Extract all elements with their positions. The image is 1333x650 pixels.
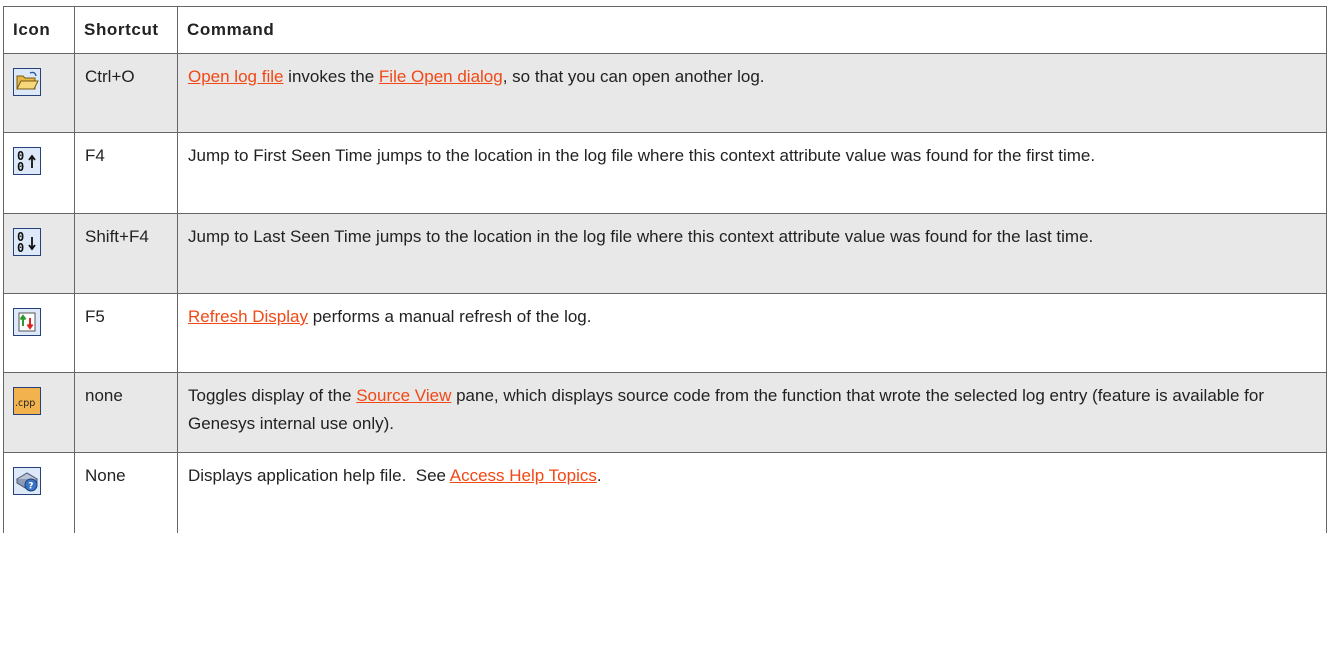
svg-text:0: 0 [17, 241, 24, 255]
command-text: Jump to First Seen Time jumps to the loc… [188, 146, 1096, 165]
command-cell: Toggles display of the Source View pane,… [177, 372, 1327, 453]
icon-cell [3, 293, 75, 373]
table-row: .cpp none Toggles display of the Source … [3, 372, 1327, 453]
access-help-topics-link[interactable]: Access Help Topics [450, 466, 597, 485]
header-icon: Icon [3, 6, 75, 54]
shortcut-cell: F5 [74, 293, 178, 373]
table-row: 0 0 F4 Jump to First Seen Time jumps to … [3, 132, 1327, 214]
refresh-icon[interactable] [13, 308, 41, 336]
command-text: Displays application help file. See [188, 466, 450, 485]
command-text: , so that you can open another log. [502, 67, 765, 86]
table-header-row: Icon Shortcut Command [3, 6, 1327, 54]
file-open-dialog-link[interactable]: File Open dialog [379, 67, 503, 86]
shortcut-cell: None [74, 452, 178, 533]
command-cell: Jump to Last Seen Time jumps to the loca… [177, 213, 1327, 294]
table-row: F5 Refresh Display performs a manual ref… [3, 293, 1327, 373]
refresh-display-link[interactable]: Refresh Display [188, 307, 308, 326]
shortcut-cell: none [74, 372, 178, 453]
cpp-source-icon[interactable]: .cpp [13, 387, 41, 415]
table-row: ? None Displays application help file. S… [3, 452, 1327, 533]
table-row: Ctrl+O Open log file invokes the File Op… [3, 53, 1327, 133]
command-text: . [596, 466, 602, 485]
command-text: Toggles display of the [188, 386, 357, 405]
command-text: performs a manual refresh of the log. [308, 307, 592, 326]
source-view-link[interactable]: Source View [356, 386, 451, 405]
header-command: Command [177, 6, 1327, 54]
jump-last-seen-icon[interactable]: 0 0 [13, 228, 41, 256]
shortcut-command-table: Icon Shortcut Command Ctrl+O Open log fi… [3, 6, 1327, 533]
command-cell: Refresh Display performs a manual refres… [177, 293, 1327, 373]
shortcut-cell: Ctrl+O [74, 53, 178, 133]
command-cell: Open log file invokes the File Open dial… [177, 53, 1327, 133]
svg-text:.cpp: .cpp [15, 398, 35, 409]
icon-cell [3, 53, 75, 133]
help-book-icon[interactable]: ? [13, 467, 41, 495]
icon-cell: 0 0 [3, 213, 75, 294]
jump-first-seen-icon[interactable]: 0 0 [13, 147, 41, 175]
icon-cell: 0 0 [3, 132, 75, 214]
shortcut-cell: F4 [74, 132, 178, 214]
header-shortcut: Shortcut [74, 6, 178, 54]
table-row: 0 0 Shift+F4 Jump to Last Seen Time jump… [3, 213, 1327, 294]
icon-cell: .cpp [3, 372, 75, 453]
command-text: Jump to Last Seen Time jumps to the loca… [188, 227, 1094, 246]
svg-text:0: 0 [17, 160, 24, 174]
open-log-file-link[interactable]: Open log file [188, 67, 283, 86]
svg-text:?: ? [28, 482, 33, 492]
icon-cell: ? [3, 452, 75, 533]
shortcut-cell: Shift+F4 [74, 213, 178, 294]
command-text: invokes the [283, 67, 379, 86]
command-cell: Displays application help file. See Acce… [177, 452, 1327, 533]
open-folder-icon[interactable] [13, 68, 41, 96]
command-cell: Jump to First Seen Time jumps to the loc… [177, 132, 1327, 214]
